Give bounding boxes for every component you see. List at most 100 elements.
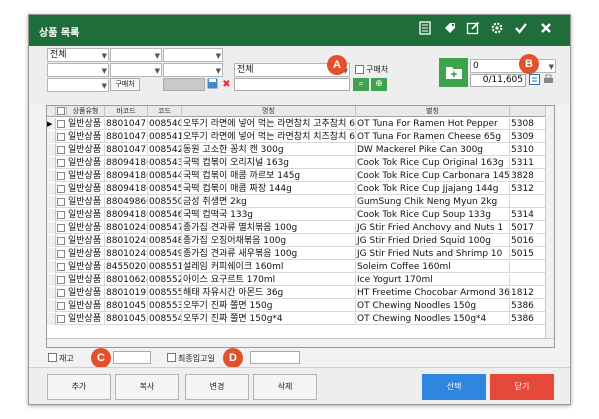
- folder-icon[interactable]: [439, 58, 468, 87]
- cell-name: 국떡 컵떡국 133g: [182, 209, 356, 221]
- check-icon[interactable]: [512, 21, 530, 39]
- table-row[interactable]: 일반상품 84550207 008551 설레임 커피쉐이크 160ml Soleim …: [47, 261, 554, 273]
- table-row[interactable]: 일반상품 88010192 008555 해태 자유시간 아몬드 36g HT Free…: [47, 287, 554, 299]
- stock-label: 재고: [59, 354, 74, 363]
- cell-name: 종가집 견과류 멸치볶음 100g: [182, 222, 356, 234]
- cell-type: 일반상품: [67, 235, 105, 247]
- add-button[interactable]: 추가: [47, 374, 111, 400]
- filter-select-5[interactable]: ▼: [47, 78, 109, 92]
- title-bar: 상품 목록: [29, 15, 570, 46]
- vertical-scrollbar[interactable]: [545, 106, 554, 347]
- cell-code: 008544: [149, 170, 182, 182]
- chevron-down-icon: ▼: [101, 82, 107, 90]
- stock-checkbox[interactable]: [48, 353, 57, 362]
- save-icon[interactable]: [206, 78, 219, 91]
- cell-barcode: 88010455: [106, 313, 148, 325]
- table-row[interactable]: 일반상품 88010471 008542 동원 고소한 꽁치 캔 300g DW Mac…: [47, 144, 554, 156]
- subcategory-select[interactable]: ▼: [110, 48, 162, 62]
- cell-type: 일반상품: [67, 170, 105, 182]
- copy-button[interactable]: 복사: [115, 374, 179, 400]
- table-row[interactable]: 일반상품 88010249 008549 종가집 견과류 새우볶음 100g JG St…: [47, 248, 554, 260]
- table-row[interactable]: 일반상품 88010471 008541 오뚜기 라면에 넣어 먹는 라면참치 치즈참…: [47, 131, 554, 143]
- row-checkbox[interactable]: [57, 159, 65, 167]
- cell-extra: 5309: [510, 131, 547, 143]
- callout-b: B: [519, 54, 539, 74]
- close-button[interactable]: 닫기: [490, 374, 554, 400]
- chevron-down-icon: ▼: [548, 63, 554, 71]
- row-checkbox[interactable]: [57, 237, 65, 245]
- table-row[interactable]: 일반상품 88049860 008550 금성 취생면 2kg GumSung Chik…: [47, 196, 554, 208]
- book-icon[interactable]: [416, 21, 434, 39]
- row-checkbox[interactable]: [57, 172, 65, 180]
- row-checkbox[interactable]: [57, 289, 65, 297]
- page-size-select[interactable]: 0 ▼: [470, 59, 556, 73]
- row-checkbox[interactable]: [57, 276, 65, 284]
- table-row[interactable]: 일반상품 88010249 008547 종가집 견과류 멸치볶음 100g JG St…: [47, 222, 554, 234]
- filter-select-4[interactable]: ▼: [163, 63, 223, 77]
- header-alias[interactable]: 별칭: [356, 106, 510, 117]
- horizontal-scrollbar[interactable]: [47, 338, 554, 347]
- cell-extra: 3828: [510, 170, 547, 182]
- row-checkbox[interactable]: [57, 224, 65, 232]
- callout-c: C: [91, 348, 111, 368]
- header-type[interactable]: 상품유형: [67, 106, 105, 117]
- tag-icon[interactable]: [441, 21, 459, 39]
- cell-extra: 5312: [510, 183, 547, 195]
- last-in-date-input[interactable]: [250, 351, 300, 364]
- search-plus-icon[interactable]: ⊕: [371, 78, 387, 91]
- table-row[interactable]: 일반상품 88010455 008553 오뚜기 진짜 쫄면 150g OT Chewi…: [47, 300, 554, 312]
- delete-button[interactable]: 삭제: [253, 374, 317, 400]
- row-checkbox[interactable]: [57, 263, 65, 271]
- table-row[interactable]: 일반상품 88094180 008543 국떡 컵볶이 오리지널 163g Cook T…: [47, 157, 554, 169]
- export-icon[interactable]: [528, 74, 541, 87]
- header-name[interactable]: 명칭: [182, 106, 356, 117]
- print-icon[interactable]: [542, 74, 555, 87]
- cell-extra: 5310: [510, 144, 547, 156]
- stock-input[interactable]: [113, 351, 151, 364]
- select-button[interactable]: 선택: [422, 374, 486, 400]
- purchase-source-display: [163, 78, 205, 91]
- header-code[interactable]: 코드: [148, 106, 182, 117]
- edit-icon[interactable]: [464, 21, 482, 39]
- search-icon[interactable]: ⌕: [353, 78, 369, 91]
- table-row[interactable]: 일반상품 88094180 008545 국떡 컵볶이 매콤 짜장 144g Cook …: [47, 183, 554, 195]
- table-row[interactable]: ▶ 일반상품 88010471 008540 오뚜기 라면에 넣어 먹는 라면참치 고추…: [47, 118, 554, 130]
- close-icon[interactable]: [537, 21, 555, 39]
- row-checkbox[interactable]: [57, 120, 65, 128]
- table-row[interactable]: 일반상품 88010455 008554 오뚜기 진짜 쫄면 150g*4 OT Che…: [47, 313, 554, 325]
- purchase-source-button[interactable]: 구매처: [110, 78, 140, 91]
- filter-select-2[interactable]: ▼: [47, 63, 109, 77]
- header-extra[interactable]: [510, 106, 547, 117]
- cell-name: 해태 자유시간 아몬드 36g: [182, 287, 356, 299]
- header-select-all[interactable]: [56, 106, 67, 117]
- purchase-checkbox[interactable]: [355, 65, 364, 74]
- select-all-checkbox[interactable]: [57, 107, 65, 115]
- row-checkbox[interactable]: [57, 250, 65, 258]
- row-indicator: [47, 131, 56, 143]
- cell-barcode: 88010192: [106, 287, 148, 299]
- row-checkbox[interactable]: [57, 211, 65, 219]
- filter-select-3[interactable]: ▼: [110, 63, 162, 77]
- row-checkbox[interactable]: [57, 146, 65, 154]
- detail-select[interactable]: ▼: [163, 48, 223, 62]
- row-checkbox[interactable]: [57, 315, 65, 323]
- last-in-date-checkbox[interactable]: [167, 353, 176, 362]
- header-row-indicator: [47, 106, 56, 117]
- row-checkbox[interactable]: [57, 198, 65, 206]
- clear-x-icon[interactable]: ✖: [220, 78, 233, 91]
- change-button[interactable]: 변경: [185, 374, 249, 400]
- table-row[interactable]: 일반상품 88010249 008548 종가집 오징어채볶음 100g JG Stir…: [47, 235, 554, 247]
- settings-gear-icon[interactable]: [488, 21, 506, 39]
- page-size-value: 0: [473, 61, 479, 71]
- category-select[interactable]: 전체 ▼: [47, 48, 109, 62]
- row-checkbox[interactable]: [57, 185, 65, 193]
- table-row[interactable]: 일반상품 88010624 008552 아이스 요구르트 170ml Ice Yogu…: [47, 274, 554, 286]
- search-input[interactable]: [234, 78, 350, 91]
- table-row[interactable]: 일반상품 88094180 008546 국떡 컵떡국 133g Cook Tok Ri…: [47, 209, 554, 221]
- cell-alias: Cook Tok Rice Cup Soup 133g: [356, 209, 510, 221]
- header-barcode[interactable]: 바코드: [105, 106, 148, 117]
- row-checkbox[interactable]: [57, 302, 65, 310]
- cell-barcode: 88010249: [106, 248, 148, 260]
- table-row[interactable]: 일반상품 88094180 008544 국떡 컵볶이 매콤 까르보 145g Cook…: [47, 170, 554, 182]
- row-checkbox[interactable]: [57, 133, 65, 141]
